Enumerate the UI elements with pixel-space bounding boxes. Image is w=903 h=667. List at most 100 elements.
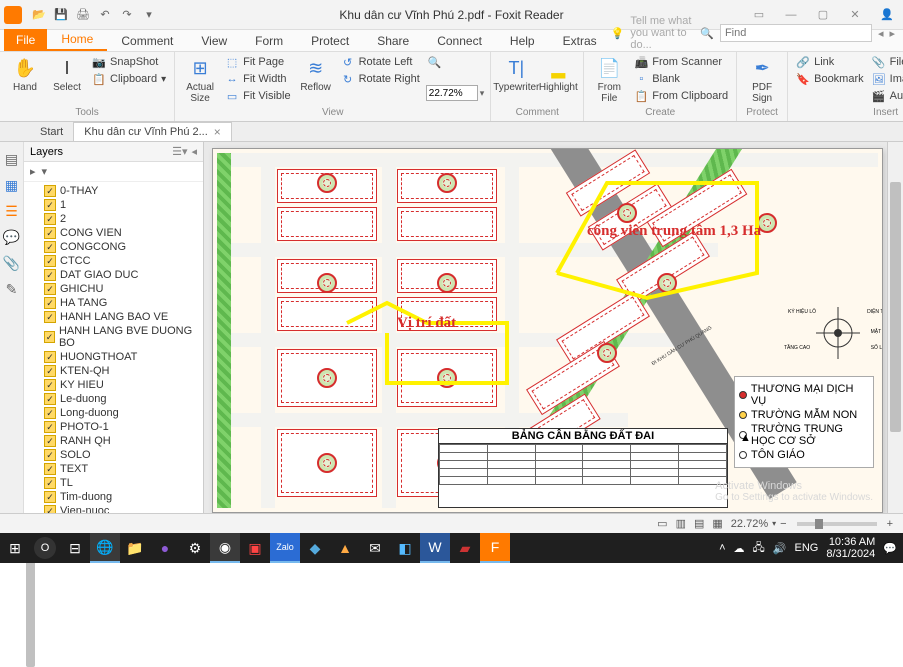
fit-visible-button[interactable]: ▭Fit Visible [223,88,292,104]
actual-size-button[interactable]: ⊞ Actual Size [181,54,219,106]
rotate-left-button[interactable]: ↺Rotate Left [339,54,422,70]
comments-panel-icon[interactable]: 💬 [3,228,21,246]
viewer-vertical-scrollbar[interactable] [887,142,903,513]
tab-comment[interactable]: Comment [107,31,187,51]
typewriter-button[interactable]: T| Typewriter [497,54,535,95]
view-mode4-icon[interactable]: ▦ [708,517,726,530]
layer-item[interactable]: ✓CONGCONG [24,240,203,254]
tellme-icon[interactable]: 💡 [611,27,625,40]
view-mode3-icon[interactable]: ▤ [690,517,708,530]
print-icon[interactable]: 🖨 [74,6,92,24]
qat-dropdown-icon[interactable]: ▾ [140,6,158,24]
layer-item[interactable]: ✓2 [24,212,203,226]
layers-scroll-thumb[interactable] [26,547,35,667]
layers-expand-icon[interactable]: ▾ [42,165,48,178]
layer-item[interactable]: ✓HANH LANG BVE DUONG BO [24,324,203,350]
tray-notifications-icon[interactable]: 💬 [883,542,897,555]
layer-visible-icon[interactable]: ✓ [44,255,56,267]
layer-item[interactable]: ✓TEXT [24,462,203,476]
status-zoom[interactable]: 22.72% [727,518,772,530]
tellme-placeholder[interactable]: Tell me what you want to do... [630,15,694,51]
view-mode1-icon[interactable]: ▭ [653,517,671,530]
doc-tab-current[interactable]: Khu dân cư Vĩnh Phú 2... × [73,122,232,141]
layer-visible-icon[interactable]: ✓ [44,365,56,377]
bookmark-button[interactable]: 🔖Bookmark [794,71,866,87]
pdf-viewer[interactable]: Vị trí đất công viên trung tâm 1,3 Ha ĐI… [204,142,903,537]
zoom-plus-icon[interactable]: + [883,518,897,530]
reflow-button[interactable]: ≋ Reflow [297,54,335,95]
layer-item[interactable]: ✓HUONGTHOAT [24,350,203,364]
layer-item[interactable]: ✓0-THAY [24,184,203,198]
pages-panel-icon[interactable]: ▦ [3,176,21,194]
layer-visible-icon[interactable]: ✓ [44,393,56,405]
layer-item[interactable]: ✓SOLO [24,448,203,462]
doc-tab-start[interactable]: Start [30,124,73,140]
tab-home[interactable]: Home [47,29,107,51]
layers-collapse-icon[interactable]: ◂ [191,145,197,158]
search-button[interactable]: O [30,533,60,563]
layer-item[interactable]: ✓CONG VIEN [24,226,203,240]
zoom-slider[interactable] [797,522,877,526]
redo-icon[interactable]: ↷ [118,6,136,24]
layer-item[interactable]: ✓Le-duong [24,392,203,406]
app-icon-6[interactable]: ▰ [450,533,480,563]
from-file-button[interactable]: 📄 From File [590,54,628,106]
tray-clock[interactable]: 10:36 AM 8/31/2024 [826,536,875,560]
tray-onedrive-icon[interactable]: ☁ [734,542,745,555]
zoom-slider-knob[interactable] [815,519,823,529]
layer-visible-icon[interactable]: ✓ [44,407,56,419]
layers-tree-icon[interactable]: ▸ [30,165,36,178]
fit-width-button[interactable]: ↔Fit Width [223,71,292,87]
layer-visible-icon[interactable]: ✓ [44,227,56,239]
zoom-out-button[interactable]: 🔍 [426,54,485,70]
from-clipboard-button[interactable]: 📋From Clipboard [632,88,730,104]
layer-visible-icon[interactable]: ✓ [44,185,56,197]
layer-item[interactable]: ✓KY HIEU [24,378,203,392]
layer-item[interactable]: ✓Long-duong [24,406,203,420]
layer-visible-icon[interactable]: ✓ [44,283,56,295]
layer-visible-icon[interactable]: ✓ [44,491,56,503]
viber-icon[interactable]: ● [150,533,180,563]
tab-view[interactable]: View [187,31,241,51]
zoom-input[interactable] [426,85,478,101]
open-icon[interactable]: 📂 [30,6,48,24]
save-icon[interactable]: 💾 [52,6,70,24]
highlight-button[interactable]: ▂ Highlight [539,54,577,95]
layer-item[interactable]: ✓GHICHU [24,282,203,296]
foxit-icon[interactable]: F [480,533,510,563]
search-icon[interactable]: 🔍 [700,27,714,40]
doc-tab-close-icon[interactable]: × [214,125,221,139]
layer-visible-icon[interactable]: ✓ [44,463,56,475]
layer-item[interactable]: ✓HANH LANG BAO VE [24,310,203,324]
taskview-button[interactable]: ⊟ [60,533,90,563]
image-annotation-button[interactable]: 🖼Image Annotation [870,71,903,87]
search-prev-icon[interactable]: ◂ [878,27,884,40]
file-tab[interactable]: File [4,29,47,51]
layer-item[interactable]: ✓TL [24,476,203,490]
layer-item[interactable]: ✓1 [24,198,203,212]
app-icon-3[interactable]: ▲ [330,533,360,563]
layer-item[interactable]: ✓HA TANG [24,296,203,310]
layer-visible-icon[interactable]: ✓ [44,297,56,309]
layer-item[interactable]: ✓PHOTO-1 [24,420,203,434]
layers-menu-icon[interactable]: ☰▾ [172,145,187,158]
layer-visible-icon[interactable]: ✓ [44,331,55,343]
edge-icon[interactable]: 🌐 [90,533,120,563]
tray-network-icon[interactable]: 🖧 [753,539,765,558]
zoom-dropdown-icon[interactable]: ▾ [480,88,485,99]
file-attachment-button[interactable]: 📎File Attachment [870,54,903,70]
tray-volume-icon[interactable]: 🔊 [773,542,787,555]
layer-visible-icon[interactable]: ✓ [44,351,56,363]
layer-visible-icon[interactable]: ✓ [44,199,56,211]
signatures-panel-icon[interactable]: ✎ [3,280,21,298]
tray-lang[interactable]: ENG [795,542,819,554]
audio-video-button[interactable]: 🎬Audio & Video [870,88,903,104]
layer-visible-icon[interactable]: ✓ [44,435,56,447]
layer-visible-icon[interactable]: ✓ [44,311,56,323]
chrome-icon[interactable]: ◉ [210,533,240,563]
layer-visible-icon[interactable]: ✓ [44,269,56,281]
layer-visible-icon[interactable]: ✓ [44,241,56,253]
pdf-sign-button[interactable]: ✒ PDF Sign [743,54,781,106]
view-mode2-icon[interactable]: ▥ [672,517,690,530]
layer-item[interactable]: ✓CTCC [24,254,203,268]
